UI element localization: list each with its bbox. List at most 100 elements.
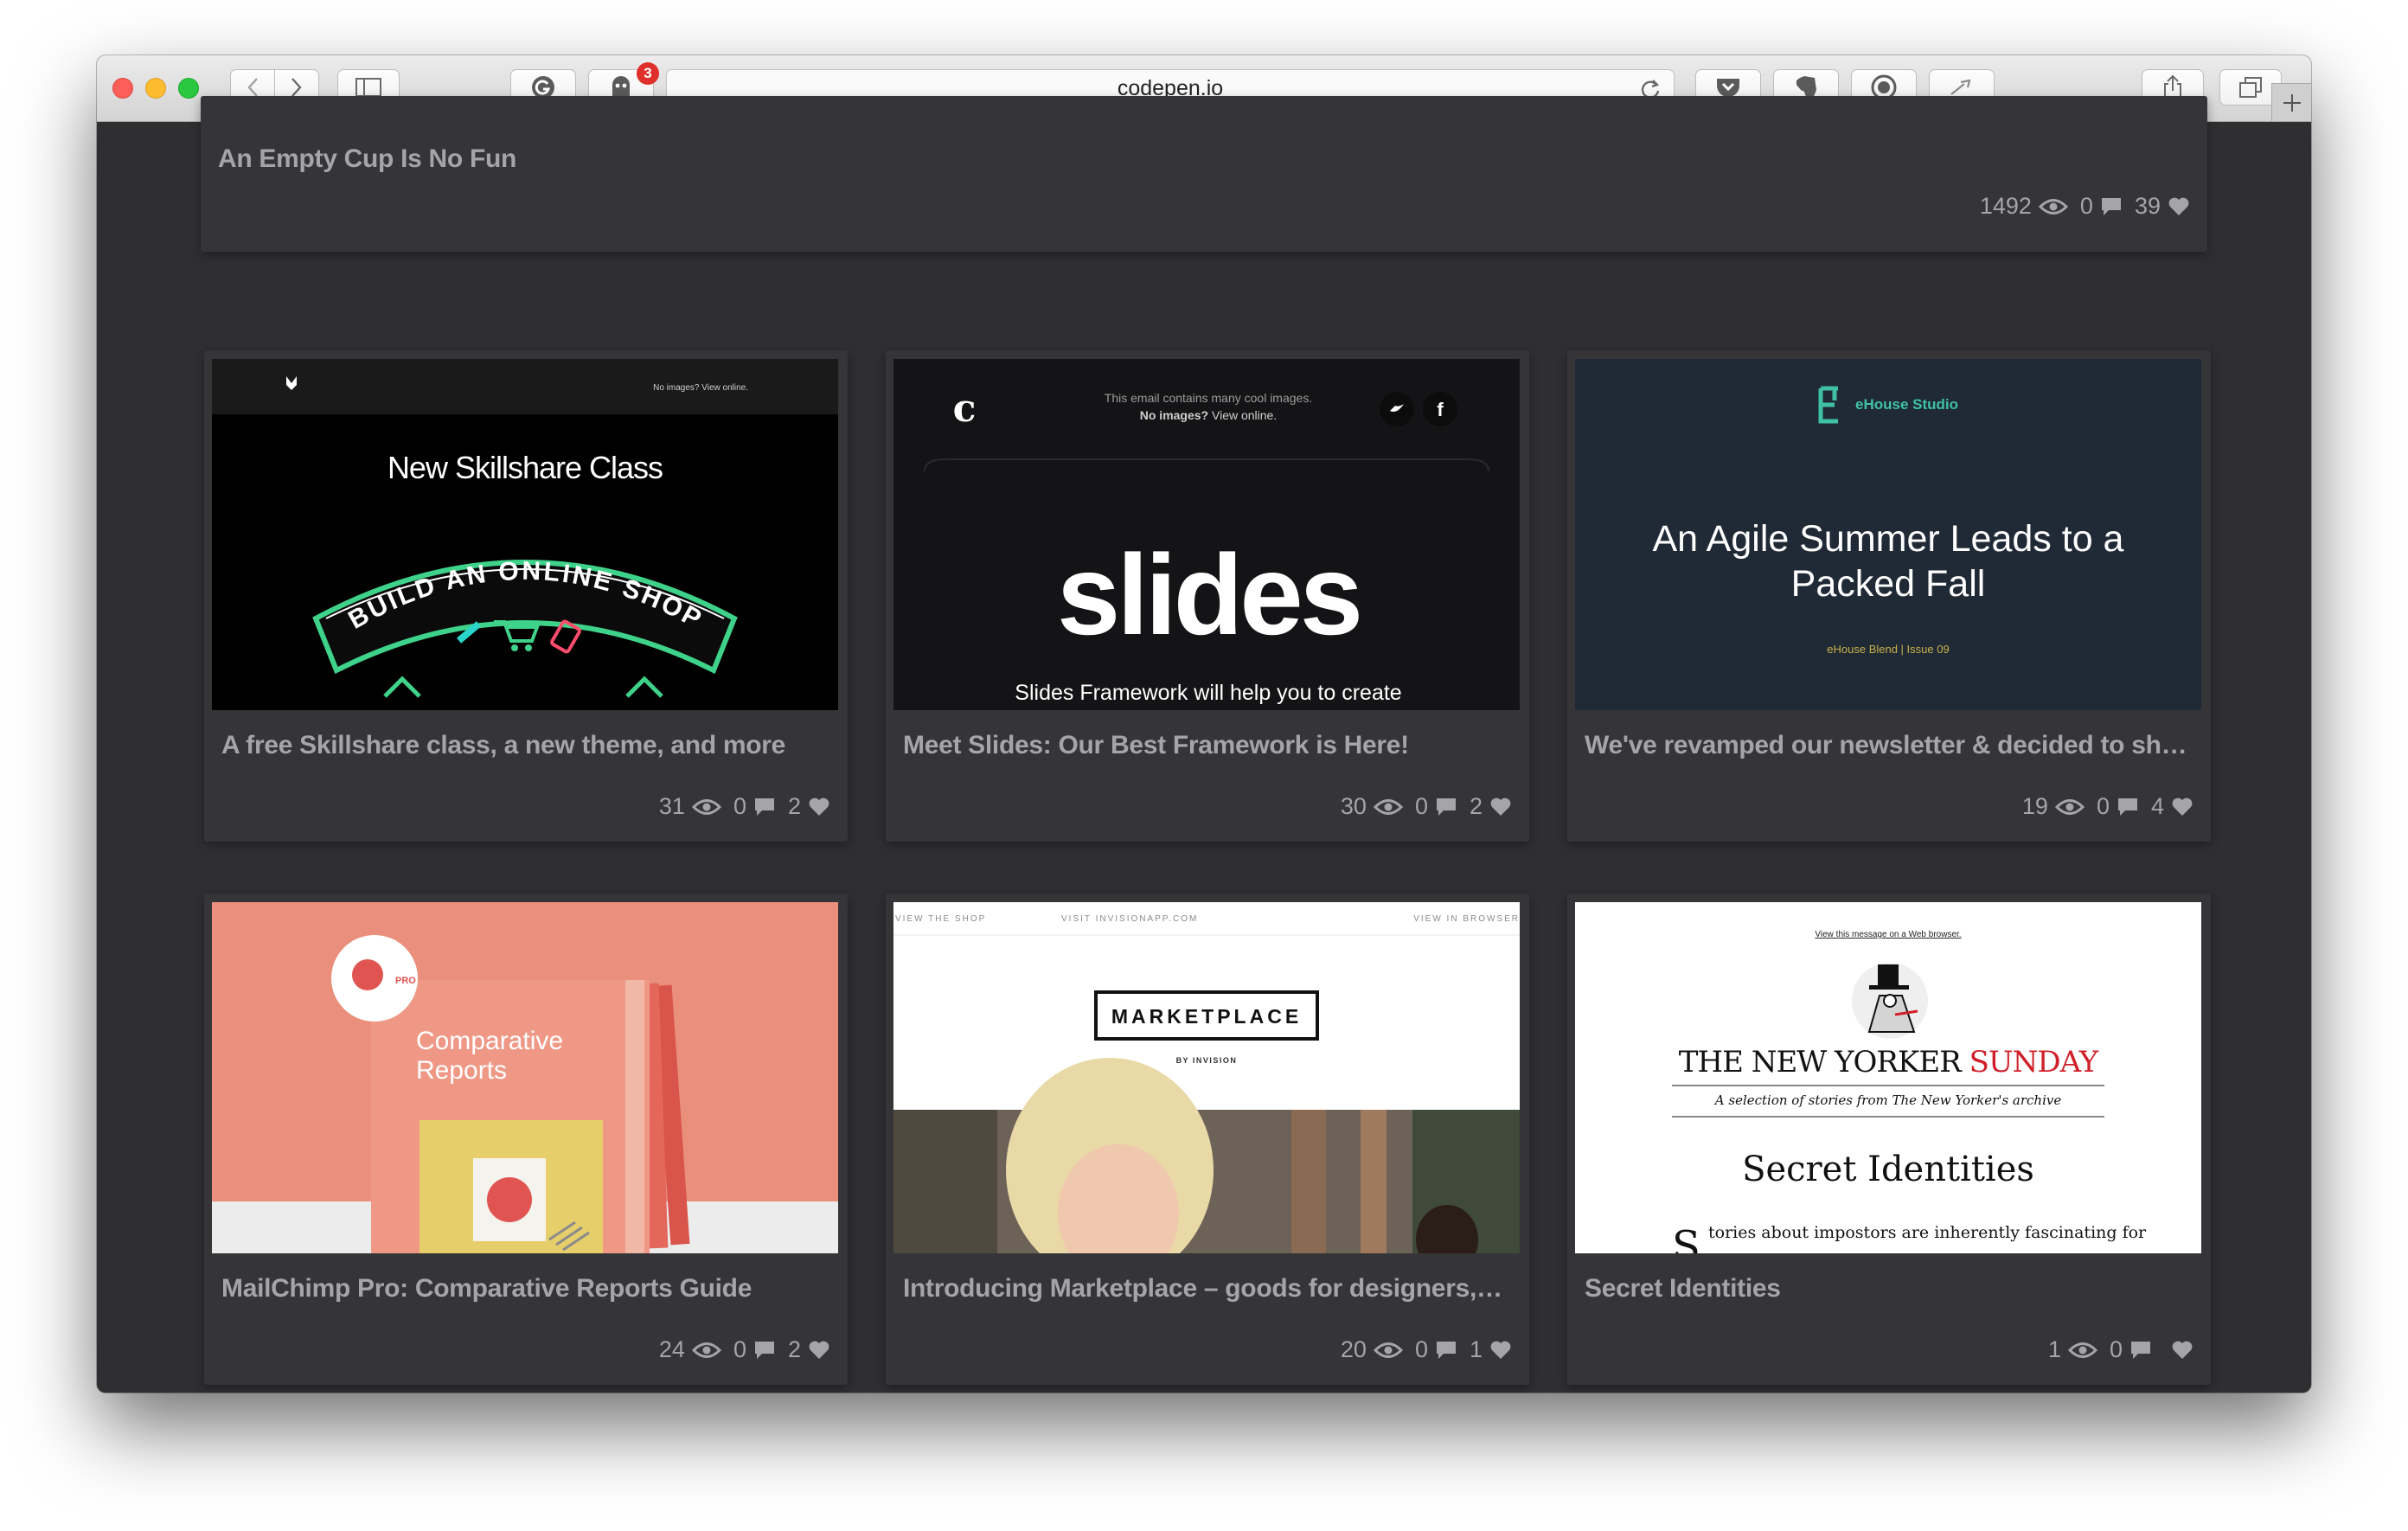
- eye-icon: [1373, 798, 1403, 815]
- heart-icon: [809, 798, 829, 816]
- card-stats: 24 0 2: [659, 1336, 830, 1363]
- slides-top-line1: This email contains many cool images.: [1105, 391, 1312, 405]
- eye-icon: [691, 1342, 721, 1358]
- minimize-window-button[interactable]: [145, 78, 166, 99]
- hearts-count: 39: [2134, 193, 2161, 219]
- ehouse-issue: eHouse Blend | Issue 09: [1827, 643, 1949, 656]
- comments-count: 0: [733, 793, 746, 819]
- comment-icon: [2117, 798, 2137, 816]
- pen-thumbnail[interactable]: No images? View online. New Skillshare C…: [212, 359, 838, 710]
- slides-tagline: Slides Framework will help you to create: [1015, 681, 1401, 705]
- newyorker-preview: View this message on a Web browser. THE …: [1672, 930, 2147, 1253]
- eye-icon: [2067, 1342, 2097, 1358]
- sidebar-icon: [355, 78, 381, 97]
- marketplace-preview: VIEW THE SHOP VISIT INVISIONAPP.COM VIEW…: [893, 914, 1520, 1253]
- views-count: 1: [2047, 1336, 2061, 1362]
- pen-card[interactable]: PRO Comparative Reports MailChimp Pro: C…: [204, 894, 848, 1385]
- skillshare-preview: No images? View online. New Skillshare C…: [212, 359, 838, 698]
- views-count: 1492: [1979, 193, 2032, 219]
- hearts-count: 1: [1469, 1336, 1483, 1362]
- comment-icon: [1436, 1341, 1456, 1359]
- pen-thumbnail[interactable]: PRO Comparative Reports: [212, 902, 838, 1253]
- eye-icon: [2054, 798, 2085, 815]
- card-stats: 19 0 4: [2022, 793, 2193, 820]
- views-count: 30: [1340, 793, 1367, 819]
- card-title[interactable]: Meet Slides: Our Best Framework is Here!: [903, 731, 1508, 760]
- card-stats: 30 0 2: [1341, 793, 1512, 820]
- comment-icon: [2131, 1341, 2150, 1359]
- pen-thumbnail[interactable]: VIEW THE SHOP VISIT INVISIONAPP.COM VIEW…: [893, 902, 1520, 1253]
- eye-icon: [691, 798, 721, 815]
- skillshare-top-link: No images? View online.: [653, 383, 748, 393]
- hearts-count: 2: [787, 793, 801, 819]
- card-title[interactable]: We've revamped our newsletter & decided …: [1585, 731, 2190, 760]
- back-icon: [247, 78, 258, 97]
- newyorker-body: tories about impostors are inherently fa…: [1708, 1223, 2147, 1242]
- pen-card[interactable]: View this message on a Web browser. THE …: [1567, 894, 2211, 1385]
- comment-icon: [754, 798, 774, 816]
- views-count: 31: [658, 793, 685, 819]
- pen-card[interactable]: VIEW THE SHOP VISIT INVISIONAPP.COM VIEW…: [886, 894, 1529, 1385]
- mailchimp-pro-label: PRO: [395, 976, 416, 986]
- card-title[interactable]: An Empty Cup Is No Fun: [218, 144, 1256, 174]
- zoom-window-button[interactable]: [178, 78, 199, 99]
- marketplace-logo: MARKETPLACE: [1111, 1005, 1302, 1028]
- comment-icon: [1436, 798, 1456, 816]
- skillshare-heading: New Skillshare Class: [387, 450, 663, 485]
- newyorker-headline: Secret Identities: [1742, 1150, 2034, 1189]
- card-title[interactable]: MailChimp Pro: Comparative Reports Guide: [221, 1274, 827, 1304]
- eye-icon: [2038, 198, 2068, 215]
- mailchimp-heading-line2: Reports: [416, 1056, 507, 1085]
- plus-icon: [2283, 93, 2301, 112]
- page-content: An Empty Cup Is No Fun 1492 0 39 No imag…: [97, 96, 2311, 1393]
- card-stats: 20 0 1: [1341, 1336, 1512, 1363]
- ehouse-headline-line1: An Agile Summer Leads to a: [1653, 518, 2124, 560]
- newyorker-masthead-sunday: SUNDAY: [1969, 1045, 2099, 1079]
- svg-text:f: f: [1437, 399, 1444, 420]
- views-count: 19: [2021, 793, 2048, 819]
- card-title[interactable]: Secret Identities: [1585, 1274, 2190, 1304]
- shop-tools-icon: [456, 619, 581, 654]
- ehouse-brand: eHouse Studio: [1855, 396, 1958, 413]
- eustace-tilley-icon: [1852, 963, 1928, 1039]
- marketplace-nav-shop: VIEW THE SHOP: [895, 914, 986, 924]
- new-tab-button[interactable]: [2271, 83, 2311, 121]
- marketplace-nav-invision: VISIT INVISIONAPP.COM: [1061, 914, 1198, 924]
- heart-icon: [2172, 798, 2193, 816]
- notification-badge: 3: [637, 62, 659, 85]
- pen-thumbnail[interactable]: eHouse Studio An Agile Summer Leads to a…: [1575, 359, 2201, 710]
- newyorker-subtitle: A selection of stories from The New York…: [1713, 1092, 2062, 1108]
- slides-top-line2: No images?: [1140, 408, 1208, 422]
- heart-icon: [2172, 1341, 2193, 1359]
- pen-card-top[interactable]: An Empty Cup Is No Fun 1492 0 39: [201, 96, 2207, 252]
- ehouse-logo-icon: [1818, 386, 1838, 424]
- card-title[interactable]: Introducing Marketplace – goods for desi…: [903, 1274, 1508, 1304]
- comments-count: 0: [1414, 793, 1428, 819]
- pen-card[interactable]: c This email contains many cool images. …: [886, 350, 1529, 842]
- pen-card[interactable]: No images? View online. New Skillshare C…: [204, 350, 848, 842]
- close-window-button[interactable]: [112, 78, 133, 99]
- pen-card[interactable]: eHouse Studio An Agile Summer Leads to a…: [1567, 350, 2211, 842]
- pen-thumbnail[interactable]: c This email contains many cool images. …: [893, 359, 1520, 710]
- comments-count: 0: [2079, 193, 2093, 219]
- heart-icon: [1490, 1341, 1511, 1359]
- comments-count: 0: [733, 1336, 746, 1362]
- newyorker-masthead: THE NEW YORKER: [1679, 1045, 1963, 1079]
- views-count: 20: [1340, 1336, 1367, 1362]
- card-stats: 1 0: [2048, 1336, 2193, 1363]
- hearts-count: 2: [1469, 793, 1483, 819]
- slides-logo-icon: c: [953, 387, 977, 431]
- marketplace-nav-browser: VIEW IN BROWSER: [1413, 914, 1520, 924]
- dropper-icon: [1950, 79, 1971, 95]
- heart-icon: [1490, 798, 1511, 816]
- hearts-count: 2: [787, 1336, 801, 1362]
- pen-thumbnail[interactable]: View this message on a Web browser. THE …: [1575, 902, 2201, 1253]
- heart-icon: [809, 1341, 829, 1359]
- slides-preview: c This email contains many cool images. …: [924, 387, 1489, 705]
- card-title[interactable]: A free Skillshare class, a new theme, an…: [221, 731, 827, 760]
- comments-count: 0: [1414, 1336, 1428, 1362]
- mailchimp-preview: PRO Comparative Reports: [212, 935, 838, 1253]
- ehouse-headline-line2: Packed Fall: [1791, 563, 1986, 605]
- comment-icon: [754, 1341, 774, 1359]
- slides-top-line2b: View online.: [1212, 408, 1277, 422]
